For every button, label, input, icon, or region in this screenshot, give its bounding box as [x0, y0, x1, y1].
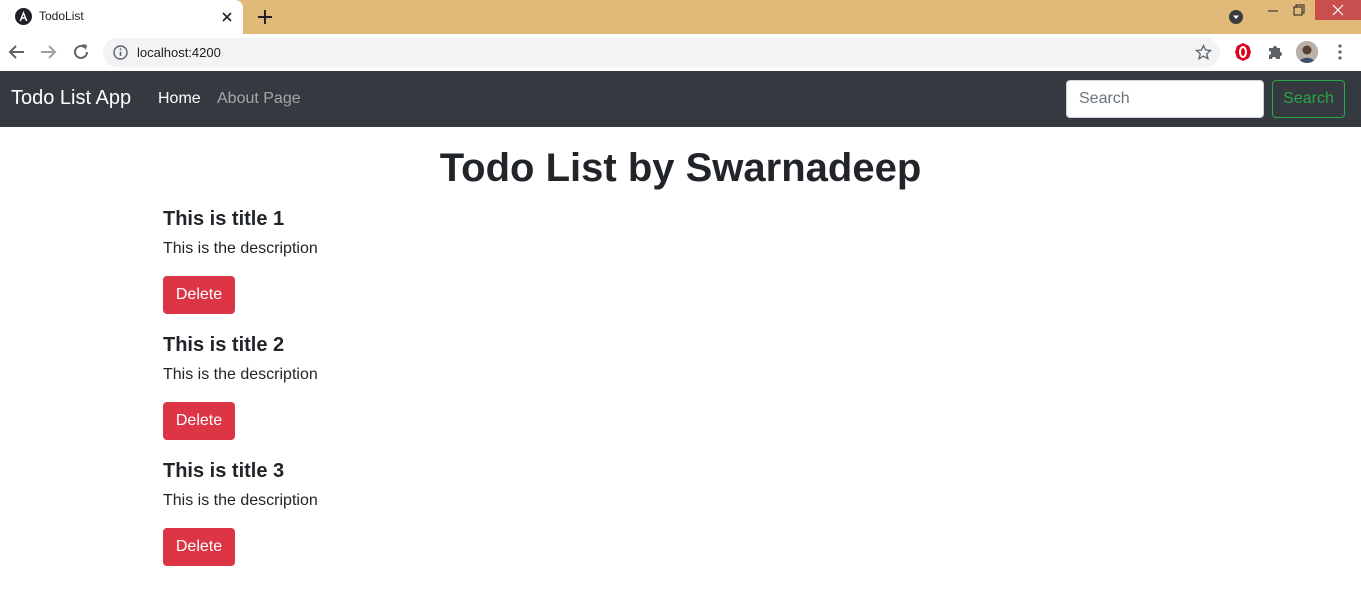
angular-favicon-icon [15, 8, 32, 25]
search-input[interactable] [1066, 80, 1264, 118]
todo-item: This is title 2 This is the description … [163, 334, 318, 440]
app-navbar: Todo List App Home About Page Search [0, 71, 1361, 127]
delete-button[interactable]: Delete [163, 528, 235, 566]
profile-avatar[interactable] [1296, 41, 1318, 63]
todo-title: This is title 1 [163, 208, 285, 230]
tab-search-dropdown-icon[interactable] [1228, 9, 1244, 25]
site-info-icon[interactable] [112, 44, 129, 61]
opera-extension-icon[interactable] [1233, 42, 1253, 62]
delete-button[interactable]: Delete [163, 276, 235, 314]
bookmark-star-icon[interactable] [1195, 44, 1212, 61]
tab-title: TodoList [39, 9, 84, 23]
url-text: localhost:4200 [137, 45, 221, 60]
nav-link-about[interactable]: About Page [217, 90, 301, 108]
page-title: Todo List by Swarnadeep [439, 146, 922, 190]
todo-title: This is title 2 [163, 334, 285, 356]
nav-link-home[interactable]: Home [158, 90, 201, 108]
back-arrow-icon[interactable] [6, 41, 28, 63]
extensions-puzzle-icon[interactable] [1265, 42, 1285, 62]
browser-tab[interactable]: TodoList [0, 0, 243, 34]
new-tab-plus-icon[interactable] [255, 7, 275, 27]
forward-arrow-icon[interactable] [37, 41, 59, 63]
todo-description: This is the description [163, 492, 318, 509]
navbar-brand[interactable]: Todo List App [11, 87, 131, 110]
profile-avatar-icon [1296, 41, 1318, 63]
delete-button[interactable]: Delete [163, 402, 235, 440]
todo-description: This is the description [163, 240, 318, 257]
todo-item: This is title 1 This is the description … [163, 208, 318, 314]
todo-title: This is title 3 [163, 460, 285, 482]
todo-description: This is the description [163, 366, 318, 383]
tab-close-icon[interactable] [219, 9, 235, 25]
browser-toolbar: localhost:4200 [0, 34, 1361, 71]
reload-icon[interactable] [70, 41, 92, 63]
browser-tabstrip: TodoList [0, 0, 1361, 34]
search-button[interactable]: Search [1272, 80, 1345, 118]
address-bar[interactable]: localhost:4200 [103, 38, 1220, 67]
window-close-icon[interactable] [1315, 0, 1361, 20]
todo-item: This is title 3 This is the description … [163, 460, 318, 566]
browser-menu-icon[interactable] [1330, 42, 1350, 62]
